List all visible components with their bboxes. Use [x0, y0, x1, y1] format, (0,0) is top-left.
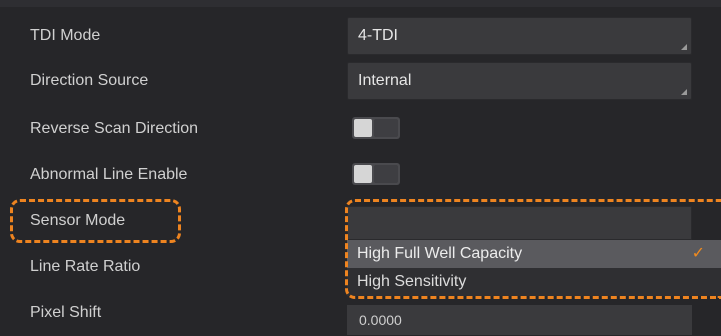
tdi-mode-select[interactable]: 4-TDI	[347, 17, 692, 55]
toggle-track	[374, 165, 398, 183]
direction-source-label: Direction Source	[30, 72, 149, 89]
resize-corner-icon	[681, 89, 687, 95]
tdi-mode-label: TDI Mode	[30, 27, 101, 44]
toggle-knob	[354, 165, 372, 183]
resize-corner-icon	[681, 44, 687, 50]
abnormal-line-enable-toggle[interactable]	[352, 163, 400, 185]
toggle-knob	[354, 119, 372, 137]
line-rate-ratio-label: Line Rate Ratio	[30, 258, 141, 275]
abnormal-line-enable-label: Abnormal Line Enable	[30, 166, 188, 183]
tdi-mode-value: 4-TDI	[358, 27, 398, 44]
pixel-shift-label: Pixel Shift	[30, 304, 102, 321]
pixel-shift-input[interactable]: 0.0000	[347, 305, 692, 335]
reverse-scan-direction-toggle[interactable]	[352, 117, 400, 139]
reverse-scan-direction-label: Reverse Scan Direction	[30, 120, 199, 137]
sensor-mode-label-highlight	[10, 199, 181, 243]
top-strip	[0, 0, 721, 7]
direction-source-select[interactable]: Internal	[347, 62, 692, 100]
toggle-track	[374, 119, 398, 137]
sensor-mode-options-highlight	[345, 199, 721, 299]
direction-source-value: Internal	[358, 72, 412, 89]
